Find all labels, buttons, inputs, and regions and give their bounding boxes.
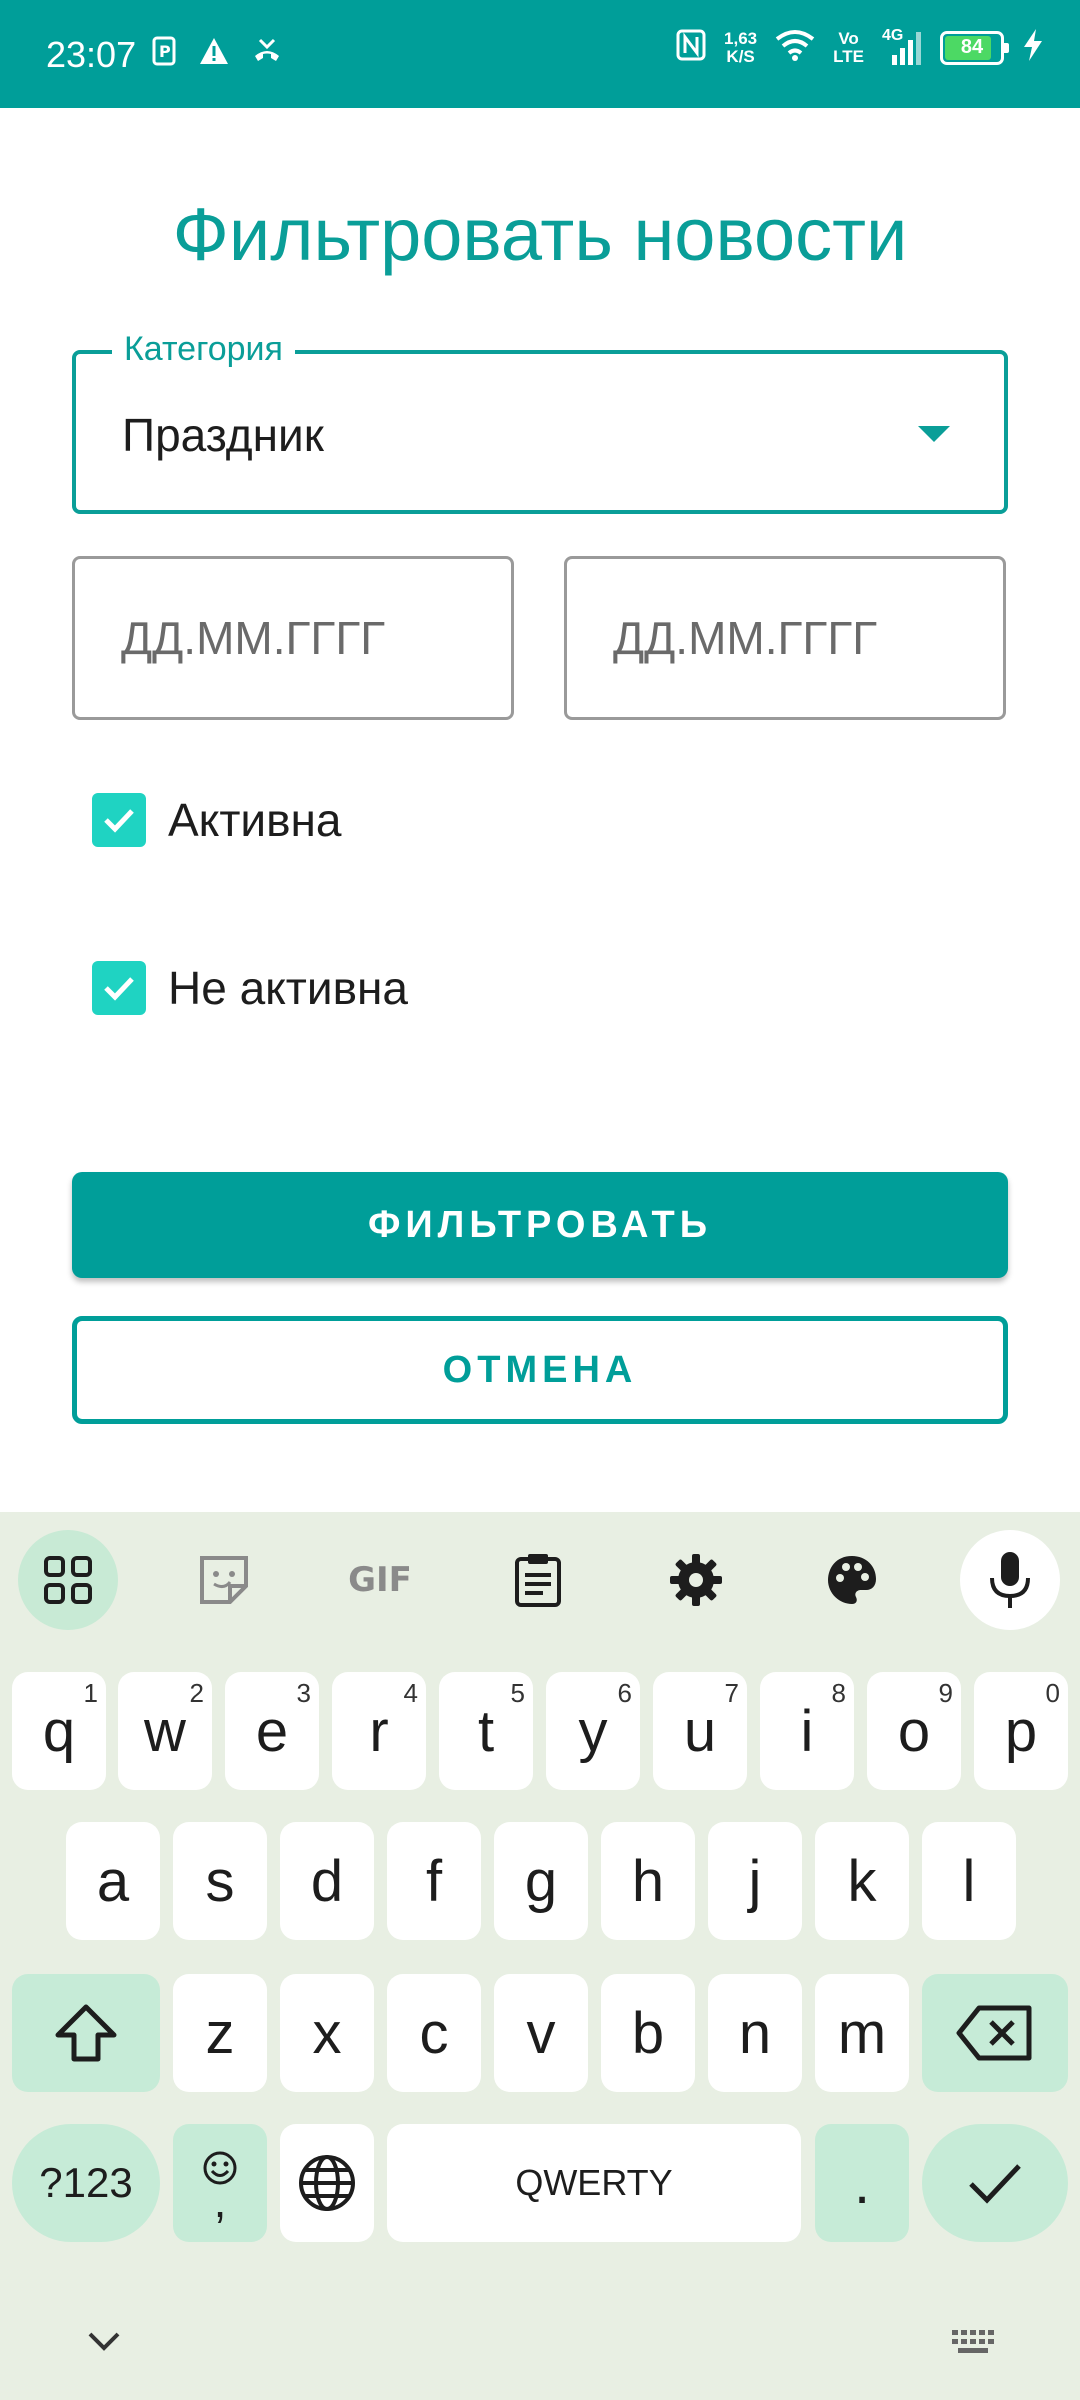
emoji-comma-key[interactable]: , <box>173 2124 267 2242</box>
key-t[interactable]: t5 <box>439 1672 533 1790</box>
space-key[interactable]: QWERTY <box>387 2124 801 2242</box>
key-y[interactable]: y6 <box>546 1672 640 1790</box>
volte-indicator: Vo LTE <box>833 28 864 66</box>
sticker-icon[interactable] <box>174 1530 274 1630</box>
palette-icon[interactable] <box>802 1530 902 1630</box>
inactive-checkbox-row[interactable]: Не активна <box>92 958 408 1018</box>
chevron-down-icon[interactable] <box>86 2330 122 2357</box>
keyboard-toolbar: GIF <box>0 1512 1080 1642</box>
key-z[interactable]: z <box>173 1974 267 2092</box>
key-n[interactable]: n <box>708 1974 802 2092</box>
missed-call-icon <box>252 36 282 71</box>
key-o[interactable]: o9 <box>867 1672 961 1790</box>
parking-icon: P <box>152 36 176 71</box>
apps-grid-icon[interactable] <box>18 1530 118 1630</box>
checkmark-icon <box>104 809 134 833</box>
svg-text:P: P <box>159 42 171 61</box>
key-b[interactable]: b <box>601 1974 695 2092</box>
date-from-input[interactable] <box>75 559 511 717</box>
inactive-label: Не активна <box>168 962 408 1014</box>
key-c[interactable]: c <box>387 1974 481 2092</box>
backspace-key[interactable] <box>922 1974 1068 2092</box>
key-l[interactable]: l <box>922 1822 1016 1940</box>
gif-button[interactable]: GIF <box>330 1530 430 1630</box>
warning-icon <box>198 36 230 71</box>
key-r[interactable]: r4 <box>332 1672 426 1790</box>
active-checkbox[interactable] <box>92 793 146 847</box>
period-key[interactable]: . <box>815 2124 909 2242</box>
key-x[interactable]: x <box>280 1974 374 2092</box>
category-value: Праздник <box>122 409 324 461</box>
keyboard-bottom-bar <box>0 2300 1080 2400</box>
settings-icon[interactable] <box>646 1530 746 1630</box>
dialog-title: Фильтровать новости <box>172 193 908 276</box>
key-e[interactable]: e3 <box>225 1672 319 1790</box>
keyboard-switch-icon[interactable] <box>950 2328 1000 2363</box>
wifi-icon <box>775 29 815 66</box>
key-u[interactable]: u7 <box>653 1672 747 1790</box>
category-select[interactable]: Категория Праздник <box>72 330 1008 514</box>
key-s[interactable]: s <box>173 1822 267 1940</box>
keyboard: GIF <box>0 1512 1080 2400</box>
key-g[interactable]: g <box>494 1822 588 1940</box>
nfc-icon <box>676 29 706 66</box>
battery-icon: 84 <box>940 30 1009 65</box>
shift-key[interactable] <box>12 1974 160 2092</box>
shift-icon <box>55 2004 117 2062</box>
key-d[interactable]: d <box>280 1822 374 1940</box>
signal-icon: 4G <box>882 27 922 65</box>
status-left-icons: P <box>152 36 282 71</box>
language-key[interactable] <box>280 2124 374 2242</box>
status-right-icons: 1,63 K/S Vo LTE 4G 84 <box>676 27 1044 67</box>
inactive-checkbox[interactable] <box>92 961 146 1015</box>
date-to-input[interactable] <box>567 559 1003 717</box>
status-bar: 23:07 P 1,63 K/S Vo LTE 4G 84 <box>0 0 1080 108</box>
date-from-field[interactable] <box>72 556 514 720</box>
key-p[interactable]: p0 <box>974 1672 1068 1790</box>
active-checkbox-row[interactable]: Активна <box>92 790 342 850</box>
backspace-icon <box>956 2005 1032 2061</box>
key-i[interactable]: i8 <box>760 1672 854 1790</box>
clipboard-icon[interactable] <box>488 1530 588 1630</box>
cancel-button[interactable]: ОТМЕНА <box>72 1316 1008 1424</box>
network-speed: 1,63 K/S <box>724 28 758 66</box>
symbols-key[interactable]: ?123 <box>12 2124 160 2242</box>
key-h[interactable]: h <box>601 1822 695 1940</box>
key-k[interactable]: k <box>815 1822 909 1940</box>
globe-icon <box>299 2155 355 2211</box>
mic-icon[interactable] <box>960 1530 1060 1630</box>
key-f[interactable]: f <box>387 1822 481 1940</box>
key-j[interactable]: j <box>708 1822 802 1940</box>
key-m[interactable]: m <box>815 1974 909 2092</box>
active-label: Активна <box>168 794 342 846</box>
dropdown-arrow-icon[interactable] <box>918 426 950 442</box>
status-time: 23:07 <box>46 34 137 75</box>
key-v[interactable]: v <box>494 1974 588 2092</box>
check-icon <box>969 2164 1021 2204</box>
key-q[interactable]: q1 <box>12 1672 106 1790</box>
category-label: Категория <box>112 330 295 369</box>
key-w[interactable]: w2 <box>118 1672 212 1790</box>
charging-icon <box>1022 28 1044 67</box>
enter-key[interactable] <box>922 2124 1068 2242</box>
checkmark-icon <box>104 977 134 1001</box>
key-a[interactable]: a <box>66 1822 160 1940</box>
date-to-field[interactable] <box>564 556 1006 720</box>
filter-button[interactable]: ФИЛЬТРОВАТЬ <box>72 1172 1008 1278</box>
